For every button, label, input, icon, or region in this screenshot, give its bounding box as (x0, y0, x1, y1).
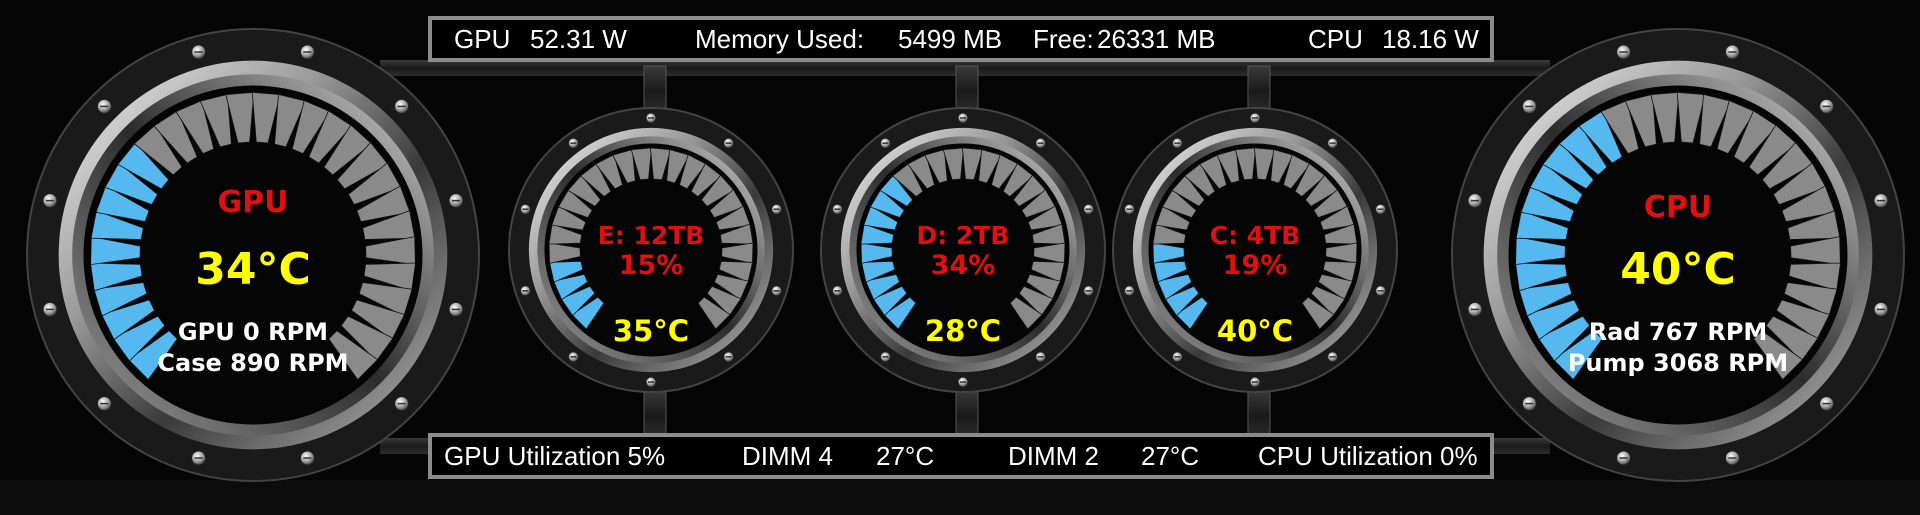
memory-free-value: 26331 MB (1097, 24, 1216, 54)
top-status-bar: GPU 52.31 W Memory Used: 5499 MB Free: 2… (428, 16, 1494, 62)
dimm2-temp: 27°C (1141, 441, 1200, 471)
cpu-gauge-title: CPU (1643, 190, 1713, 225)
case-fan-rpm: Case 890 RPM (157, 349, 349, 377)
drive-e-temp: 35°C (612, 314, 690, 348)
dashboard: GPU 52.31 W Memory Used: 5499 MB Free: 2… (0, 0, 1920, 515)
gpu-utilization: GPU Utilization 5% (444, 441, 666, 471)
radiator-fan-rpm: Rad 767 RPM (1588, 318, 1768, 346)
dimm4-temp: 27°C (876, 441, 935, 471)
gpu-temp-value: 34°C (195, 244, 311, 295)
gpu-power-value: 52.31 W (530, 24, 627, 54)
bottom-status-bar: GPU Utilization 5% DIMM 4 27°C DIMM 2 27… (428, 433, 1494, 479)
memory-free-label: Free: (1033, 24, 1094, 54)
drive-c-title: C: 4TB (1209, 221, 1301, 250)
memory-used-label: Memory Used: (695, 24, 865, 54)
base-plate (0, 480, 1920, 515)
dimm2-label: DIMM 2 (1008, 441, 1099, 471)
dimm4-label: DIMM 4 (742, 441, 833, 471)
cpu-power-value: 18.16 W (1382, 24, 1479, 54)
cpu-temp-value: 40°C (1620, 244, 1736, 295)
drive-d-usage: 34% (930, 250, 996, 281)
drive-e-title: E: 12TB (597, 221, 705, 250)
drive-c-temp: 40°C (1216, 314, 1294, 348)
memory-used-value: 5499 MB (898, 24, 1003, 54)
drive-e-usage: 15% (618, 250, 684, 281)
pump-rpm: Pump 3068 RPM (1567, 349, 1789, 377)
gpu-fan-rpm: GPU 0 RPM (177, 318, 329, 346)
drive-c-usage: 19% (1222, 250, 1288, 281)
cpu-power-label: CPU (1308, 24, 1363, 54)
gpu-power-label: GPU (454, 24, 511, 54)
gpu-gauge-title: GPU (217, 185, 289, 220)
drive-d-title: D: 2TB (916, 221, 1010, 250)
drive-d-temp: 28°C (924, 314, 1002, 348)
cpu-utilization: CPU Utilization 0% (1258, 441, 1478, 471)
